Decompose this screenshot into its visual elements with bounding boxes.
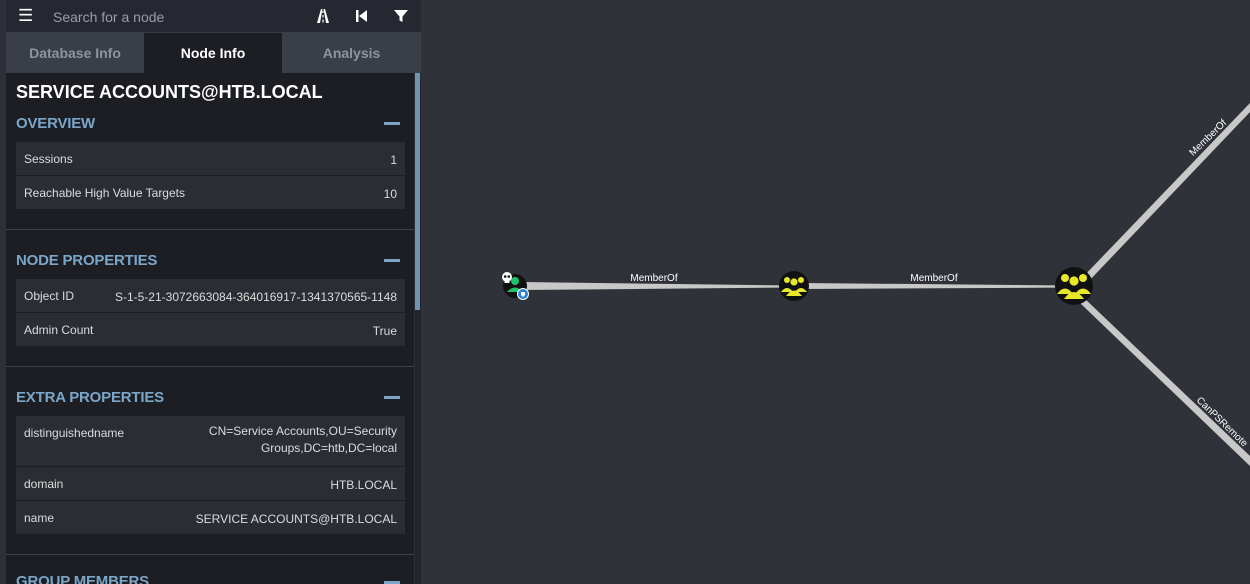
table-row[interactable]: name SERVICE ACCOUNTS@HTB.LOCAL bbox=[16, 501, 405, 534]
table-row[interactable]: Sessions 1 bbox=[16, 142, 405, 176]
row-key: Sessions bbox=[24, 152, 73, 166]
table-row[interactable]: distinguishedname CN=Service Accounts,OU… bbox=[16, 416, 405, 467]
group-node[interactable] bbox=[779, 271, 809, 301]
hamburger-menu-icon[interactable]: ☰ bbox=[18, 7, 34, 25]
node-properties-collapse-icon[interactable] bbox=[384, 259, 400, 262]
row-key: distinguishedname bbox=[24, 426, 125, 440]
row-value: HTB.LOCAL bbox=[330, 478, 397, 492]
node-title: SERVICE ACCOUNTS@HTB.LOCAL bbox=[16, 82, 323, 102]
row-value: CN=Service Accounts,OU=Security Groups,D… bbox=[209, 423, 397, 457]
section-divider bbox=[6, 554, 414, 555]
group-node-service-accounts[interactable] bbox=[1055, 267, 1093, 305]
group-members-heading[interactable]: GROUP MEMBERS bbox=[16, 573, 149, 584]
row-value: 10 bbox=[383, 187, 397, 201]
table-row[interactable]: domain HTB.LOCAL bbox=[16, 467, 405, 501]
overview-heading[interactable]: OVERVIEW bbox=[16, 115, 95, 132]
table-row[interactable]: Reachable High Value Targets 10 bbox=[16, 176, 405, 209]
row-value: SERVICE ACCOUNTS@HTB.LOCAL bbox=[195, 512, 397, 526]
row-value: 1 bbox=[390, 153, 397, 167]
overview-table: Sessions 1 Reachable High Value Targets … bbox=[16, 142, 405, 209]
extra-properties-heading[interactable]: EXTRA PROPERTIES bbox=[16, 389, 164, 406]
row-key: Admin Count bbox=[24, 323, 94, 337]
node-properties-heading[interactable]: NODE PROPERTIES bbox=[16, 252, 157, 269]
row-key: Reachable High Value Targets bbox=[24, 186, 185, 200]
graph-canvas[interactable]: MemberOf MemberOf MemberOf CanPSRemote bbox=[421, 0, 1250, 584]
edge-label: MemberOf bbox=[910, 273, 957, 284]
table-row[interactable]: Object ID S-1-5-21-3072663084-364016917-… bbox=[16, 279, 405, 313]
extra-properties-collapse-icon[interactable] bbox=[384, 396, 400, 399]
row-key: Object ID bbox=[24, 289, 75, 303]
node-info-content: SERVICE ACCOUNTS@HTB.LOCAL OVERVIEW Sess… bbox=[6, 73, 414, 584]
row-value: True bbox=[372, 324, 397, 338]
filter-icon[interactable] bbox=[392, 7, 410, 25]
table-row[interactable]: Admin Count True bbox=[16, 313, 405, 346]
row-key: domain bbox=[24, 477, 64, 491]
edge-label: MemberOf bbox=[630, 273, 677, 284]
row-value: S-1-5-21-3072663084-364016917-1341370565… bbox=[114, 290, 397, 304]
edge-canpsremote[interactable] bbox=[1079, 297, 1250, 466]
overview-collapse-icon[interactable] bbox=[384, 122, 400, 125]
row-value-line: Groups,DC=htb,DC=local bbox=[260, 441, 397, 455]
section-divider bbox=[6, 229, 414, 230]
node-info-panel: ☰ Database Info Node Info Analysis SERVI… bbox=[0, 0, 421, 584]
scrollbar-thumb[interactable] bbox=[415, 73, 420, 310]
step-back-icon[interactable] bbox=[353, 7, 371, 25]
edge-label: CanPSRemote bbox=[1194, 395, 1250, 450]
pathfinding-road-icon[interactable] bbox=[314, 7, 332, 25]
section-divider bbox=[6, 366, 414, 367]
extra-properties-table: distinguishedname CN=Service Accounts,OU… bbox=[16, 416, 405, 534]
search-bar: ☰ bbox=[6, 0, 421, 33]
panel-tabs: Database Info Node Info Analysis bbox=[6, 33, 421, 73]
node-properties-table: Object ID S-1-5-21-3072663084-364016917-… bbox=[16, 279, 405, 346]
search-input[interactable] bbox=[51, 4, 300, 30]
tab-node-info[interactable]: Node Info bbox=[144, 33, 282, 73]
row-key: name bbox=[24, 511, 55, 525]
row-value-line: CN=Service Accounts,OU=Security bbox=[208, 424, 397, 438]
tab-analysis[interactable]: Analysis bbox=[282, 33, 421, 73]
tab-database-info[interactable]: Database Info bbox=[6, 33, 144, 73]
